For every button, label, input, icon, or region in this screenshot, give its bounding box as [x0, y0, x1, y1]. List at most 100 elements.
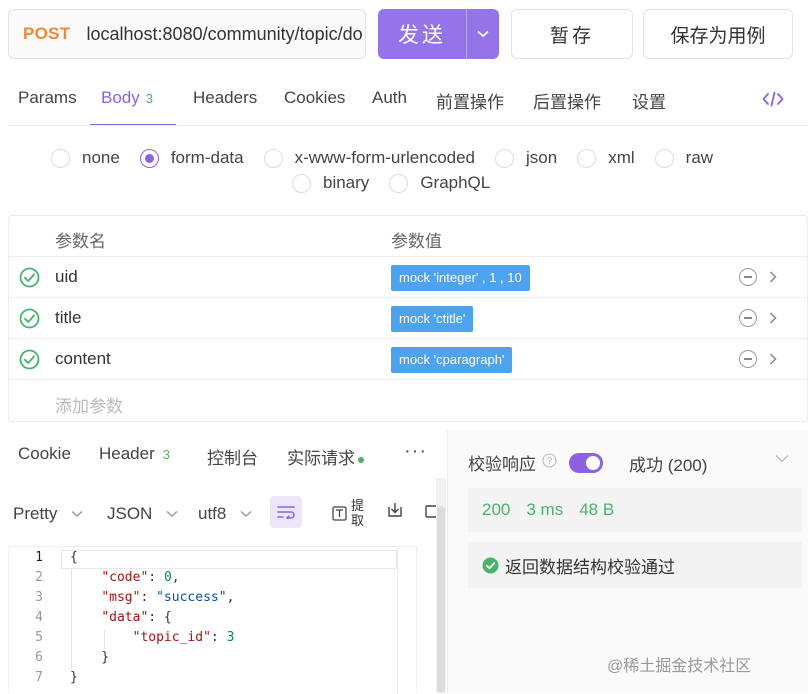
help-icon[interactable]: ?	[542, 452, 557, 473]
row-actions	[739, 309, 777, 327]
method-select[interactable]: POST	[23, 24, 71, 44]
add-param-input[interactable]: 添加参数	[55, 392, 123, 417]
radio-urlencoded[interactable]	[263, 148, 283, 168]
body-type-label: json	[526, 148, 558, 167]
save-button[interactable]: 暂存	[511, 9, 633, 59]
tab-console[interactable]: 控制台	[207, 444, 258, 469]
encoding-select-value: utf8	[198, 504, 227, 523]
param-value-header: 参数值	[391, 232, 442, 251]
request-bar: POST localhost:8080/community/topic/do 发…	[0, 0, 808, 76]
param-value-mock-tag[interactable]: mock 'cparagraph'	[391, 347, 513, 373]
download-icon[interactable]	[386, 501, 404, 524]
verify-result-text: 返回数据结构校验通过	[505, 557, 675, 577]
response-panel: Cookie Header 3 控制台 实际请求 ··· Pretty JSON …	[0, 430, 447, 694]
tab-post-operations[interactable]: 后置操作	[533, 88, 601, 113]
radio-xml[interactable]	[577, 148, 597, 168]
radio-form-data[interactable]	[139, 148, 159, 168]
response-body-editor[interactable]: 1 2 3 4 5 6 7 { "code": 0, "msg": "succe…	[8, 546, 417, 694]
body-type-label: form-data	[170, 148, 244, 167]
tab-cookie[interactable]: Cookie	[18, 444, 71, 464]
extract-button[interactable]: 提取	[332, 498, 367, 528]
body-type-label: raw	[685, 148, 714, 167]
param-value-mock-tag[interactable]: mock 'ctitle'	[391, 306, 474, 332]
chevron-right-icon[interactable]	[769, 312, 777, 324]
code-line: "code": 0,	[101, 570, 180, 585]
verify-toggle[interactable]	[569, 452, 603, 473]
tab-cookies[interactable]: Cookies	[284, 88, 345, 108]
radio-json[interactable]	[495, 148, 515, 168]
param-name[interactable]: uid	[55, 267, 78, 287]
body-type-urlencoded[interactable]: x-www-form-urlencoded	[263, 148, 476, 168]
extract-icon	[332, 505, 347, 521]
tab-actual-request[interactable]: 实际请求	[287, 444, 364, 469]
success-check-icon	[482, 557, 499, 573]
tab-auth[interactable]: Auth	[372, 88, 407, 108]
url-text[interactable]: localhost:8080/community/topic/do	[87, 24, 363, 45]
tab-body[interactable]: Body 3	[101, 88, 153, 108]
chevron-right-icon[interactable]	[769, 271, 777, 283]
svg-text:?: ?	[547, 456, 553, 467]
body-type-json[interactable]: json	[495, 148, 557, 168]
url-input[interactable]: POST localhost:8080/community/topic/do	[8, 9, 366, 59]
body-type-label: x-www-form-urlencoded	[294, 148, 476, 167]
body-type-row-2: binary GraphQL	[292, 173, 510, 193]
check-circle-icon[interactable]	[19, 349, 40, 375]
send-dropdown-icon[interactable]	[467, 30, 499, 38]
send-label[interactable]: 发送	[378, 19, 466, 49]
request-tabs: Params Body 3 Headers Cookies Auth 前置操作 后…	[0, 76, 808, 126]
response-tabs: Cookie Header 3 控制台 实际请求 ···	[0, 430, 447, 478]
tab-pre-operations[interactable]: 前置操作	[436, 88, 504, 113]
verify-result: 返回数据结构校验通过	[468, 542, 802, 588]
radio-raw[interactable]	[654, 148, 674, 168]
body-type-xml[interactable]: xml	[577, 148, 635, 168]
param-value-mock-tag[interactable]: mock 'integer' , 1 , 10	[391, 265, 530, 291]
chevron-down-icon	[71, 510, 83, 517]
remove-circle-icon[interactable]	[739, 350, 757, 368]
body-type-form-data[interactable]: form-data	[139, 148, 244, 168]
radio-binary[interactable]	[292, 173, 311, 193]
scrollbar-thumb[interactable]	[437, 506, 445, 693]
param-name[interactable]: title	[55, 308, 81, 328]
watermark: @稀土掘金技术社区	[607, 658, 752, 675]
code-view-icon[interactable]	[762, 90, 784, 113]
body-type-none[interactable]: none	[51, 148, 120, 168]
remove-circle-icon[interactable]	[739, 268, 757, 286]
body-type-binary[interactable]: binary	[292, 173, 369, 193]
encoding-select[interactable]: utf8	[198, 504, 252, 524]
chevron-down-icon[interactable]	[775, 454, 789, 463]
chevron-down-icon	[240, 510, 252, 517]
remove-circle-icon[interactable]	[739, 309, 757, 327]
wrap-lines-icon[interactable]	[270, 496, 302, 528]
body-type-label: GraphQL	[420, 173, 491, 192]
code-line: "topic_id": 3	[132, 630, 235, 645]
response-scrollbar[interactable]	[436, 478, 446, 693]
check-circle-icon[interactable]	[19, 267, 40, 293]
body-type-raw[interactable]: raw	[654, 148, 714, 168]
tab-params[interactable]: Params	[18, 88, 77, 108]
tab-headers[interactable]: Headers	[193, 88, 257, 108]
line-number: 6	[35, 650, 43, 665]
radio-none[interactable]	[51, 148, 70, 168]
radio-graphql[interactable]	[389, 173, 409, 193]
line-number: 5	[35, 630, 43, 645]
check-circle-icon[interactable]	[19, 308, 40, 334]
save-as-example-button[interactable]: 保存为用例	[643, 9, 793, 59]
tab-actual-request-label: 实际请求	[287, 449, 355, 468]
param-name[interactable]: content	[55, 349, 111, 369]
status-select[interactable]: 成功 (200)	[629, 451, 707, 476]
body-type-graphql[interactable]: GraphQL	[389, 173, 490, 193]
code-line: "msg": "success",	[101, 590, 235, 605]
pretty-select[interactable]: Pretty	[13, 504, 83, 524]
more-tabs-button[interactable]: ···	[404, 440, 427, 463]
code-line: "data": {	[101, 610, 172, 625]
body-type-label: binary	[323, 173, 370, 192]
params-table: 参数名 参数值 uid mock 'integer' , 1 , 10 titl…	[8, 215, 808, 422]
body-type-row-1: none form-data x-www-form-urlencoded jso…	[51, 148, 733, 168]
tab-header[interactable]: Header 3	[99, 444, 170, 464]
format-select[interactable]: JSON	[107, 504, 178, 524]
chevron-right-icon[interactable]	[769, 353, 777, 365]
send-button[interactable]: 发送	[378, 9, 499, 59]
tab-settings[interactable]: 设置	[632, 88, 666, 113]
response-metrics: 200 3 ms 48 B	[468, 488, 802, 532]
code-line: }	[70, 670, 78, 685]
